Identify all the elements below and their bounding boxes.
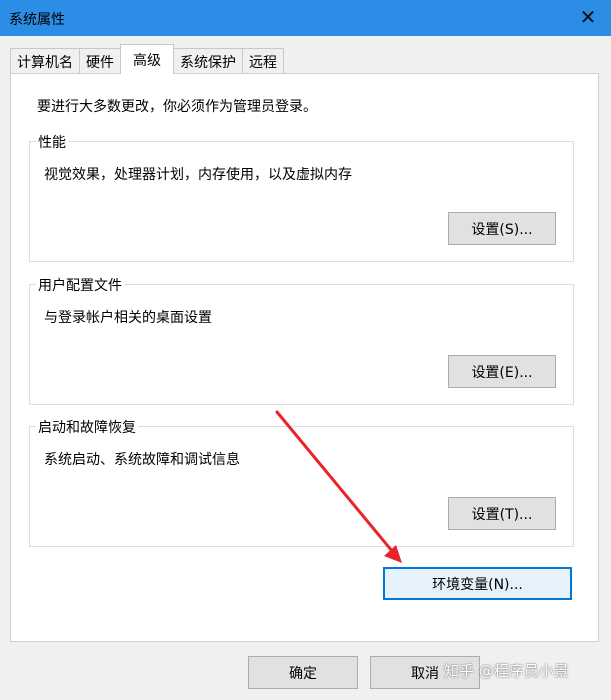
user-profiles-description: 与登录帐户相关的桌面设置 [44, 310, 212, 326]
startup-recovery-group: 启动和故障恢复 系统启动、系统故障和调试信息 设置(T)... [29, 417, 574, 547]
admin-notice: 要进行大多数更改，你必须作为管理员登录。 [37, 99, 317, 115]
watermark: 知乎 @程序员小景 [444, 662, 569, 680]
window-title: 系统属性 [9, 12, 65, 28]
title-bar[interactable]: 系统属性 ✕ [0, 0, 611, 36]
performance-group: 性能 视觉效果，处理器计划，内存使用，以及虚拟内存 设置(S)... [29, 132, 574, 262]
close-icon[interactable]: ✕ [575, 4, 601, 30]
ok-button[interactable]: 确定 [248, 656, 358, 689]
environment-variables-button[interactable]: 环境变量(N)... [383, 567, 572, 600]
startup-recovery-settings-button[interactable]: 设置(T)... [448, 497, 556, 530]
performance-description: 视觉效果，处理器计划，内存使用，以及虚拟内存 [44, 167, 352, 183]
system-properties-window: 系统属性 ✕ 计算机名 硬件 高级 系统保护 远程 要进行大多数更改，你必须作为… [0, 0, 611, 700]
tab-advanced[interactable]: 高级 [120, 44, 174, 74]
user-profiles-title: 用户配置文件 [36, 275, 124, 295]
startup-recovery-description: 系统启动、系统故障和调试信息 [44, 452, 240, 468]
tab-computer-name[interactable]: 计算机名 [10, 48, 80, 74]
startup-recovery-title: 启动和故障恢复 [36, 417, 138, 437]
performance-title: 性能 [36, 132, 68, 152]
performance-settings-button[interactable]: 设置(S)... [448, 212, 556, 245]
tab-system-protection[interactable]: 系统保护 [173, 48, 243, 74]
user-profiles-group: 用户配置文件 与登录帐户相关的桌面设置 设置(E)... [29, 275, 574, 405]
tab-hardware[interactable]: 硬件 [79, 48, 121, 74]
user-profiles-settings-button[interactable]: 设置(E)... [448, 355, 556, 388]
tab-remote[interactable]: 远程 [242, 48, 284, 74]
tab-strip: 计算机名 硬件 高级 系统保护 远程 [10, 44, 284, 74]
